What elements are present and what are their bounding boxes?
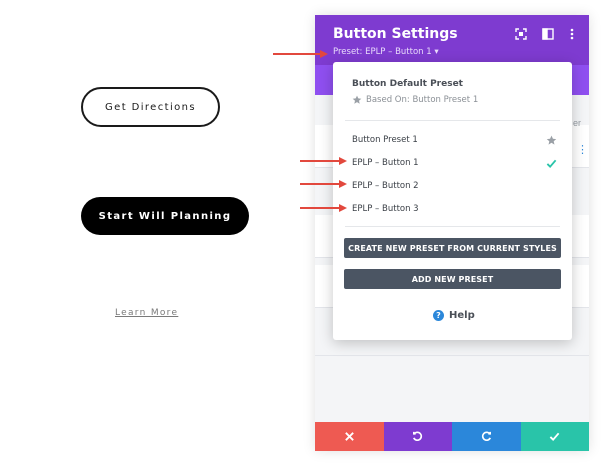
preset-label: EPLP – Button 3	[352, 204, 419, 214]
preset-dropdown: Button Default Preset Based On: Button P…	[333, 62, 572, 340]
focus-icon[interactable]	[514, 27, 528, 41]
split-view-icon[interactable]	[541, 27, 555, 41]
get-directions-label: Get Directions	[105, 101, 196, 113]
check-icon	[549, 432, 560, 442]
close-icon	[344, 432, 354, 441]
undo-button[interactable]	[383, 422, 452, 451]
side-text: er	[573, 118, 582, 128]
redo-button[interactable]	[452, 422, 521, 451]
panel-title: Button Settings	[333, 26, 458, 42]
check-icon	[546, 159, 557, 168]
preset-item[interactable]: EPLP – Button 2	[352, 179, 557, 193]
preset-item[interactable]: EPLP – Button 1	[352, 156, 557, 170]
save-button[interactable]	[520, 422, 589, 451]
undo-icon	[413, 431, 423, 442]
preset-label: EPLP – Button 1	[352, 158, 419, 168]
star-icon	[546, 135, 557, 145]
start-will-planning-button[interactable]: Start Will Planning	[81, 197, 249, 235]
annotation-arrow	[300, 179, 348, 189]
more-vertical-icon[interactable]	[565, 27, 579, 41]
discard-button[interactable]	[315, 422, 384, 451]
divider	[345, 120, 560, 121]
learn-more-link[interactable]: Learn More	[115, 308, 181, 320]
add-new-preset-button[interactable]: ADD NEW PRESET	[344, 269, 561, 289]
preset-item[interactable]: EPLP – Button 3	[352, 202, 557, 216]
preset-label: EPLP – Button 2	[352, 181, 419, 191]
based-on-label: Based On: Button Preset 1	[352, 95, 478, 105]
default-preset-title[interactable]: Button Default Preset	[352, 79, 463, 89]
star-icon	[352, 95, 362, 104]
preset-label: Button Preset 1	[352, 135, 418, 145]
panel-footer	[315, 422, 589, 451]
help-icon: ?	[433, 310, 444, 321]
based-on-text: Based On: Button Preset 1	[366, 95, 479, 105]
panel-header: Button Settings Preset: EPLP – Button 1 …	[315, 15, 589, 65]
redo-icon	[481, 431, 491, 442]
start-will-planning-label: Start Will Planning	[98, 210, 232, 222]
create-preset-from-styles-button[interactable]: CREATE NEW PRESET FROM CURRENT STYLES	[344, 238, 561, 258]
row-divider	[315, 355, 589, 356]
annotation-arrow	[300, 203, 348, 213]
divider	[345, 226, 560, 227]
help-button[interactable]: ? Help	[433, 310, 475, 321]
preset-item[interactable]: Button Preset 1	[352, 133, 557, 147]
preset-selector[interactable]: Preset: EPLP – Button 1 ▾	[333, 47, 439, 57]
annotation-arrow	[300, 156, 348, 166]
more-options-icon[interactable]: ⋮	[577, 143, 588, 156]
help-label: Help	[449, 310, 475, 321]
annotation-arrow	[273, 49, 329, 59]
get-directions-button[interactable]: Get Directions	[81, 87, 220, 127]
